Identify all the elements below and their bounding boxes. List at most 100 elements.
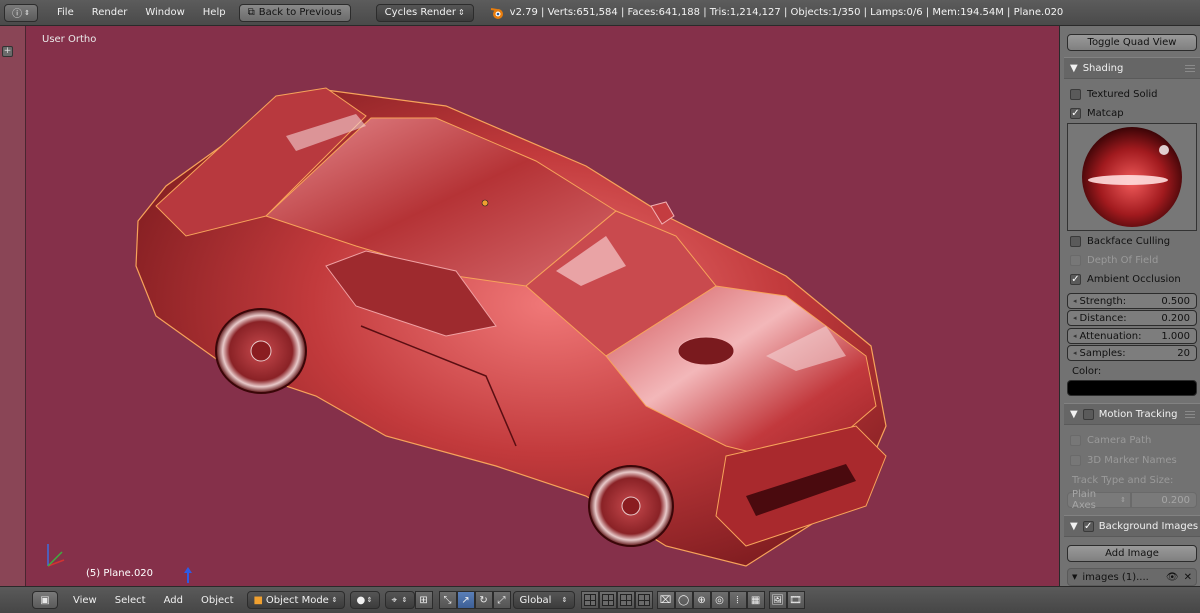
camera-path-label: Camera Path [1087,435,1152,446]
snap-element-icon[interactable]: ⦙ [728,591,747,609]
tool-shelf-strip[interactable]: + [0,26,26,586]
matcap-preview[interactable] [1067,123,1197,231]
layer-grid-icon[interactable] [616,591,635,609]
drag-grip-icon[interactable] [1185,410,1195,418]
editor-type-button[interactable]: ▣ [32,591,58,609]
checkbox-icon[interactable] [1082,408,1094,420]
background-images-panel-header[interactable]: ▼ ✓ Background Images [1064,515,1200,537]
translate-manipulator-icon[interactable]: ↗ [456,591,475,609]
object-mode-icon: ■ [253,594,263,606]
track-type-label: Track Type and Size: [1072,475,1174,486]
pivot-center-points-icon[interactable]: ⊞ [414,591,433,609]
matcap-checkbox[interactable]: ✓ Matcap [1070,108,1124,119]
menu-help[interactable]: Help [194,7,235,18]
ao-color-swatch[interactable] [1067,380,1197,396]
proportional-edit-icon[interactable]: ◯ [674,591,693,609]
drag-grip-icon[interactable] [1185,64,1195,72]
interaction-mode-select[interactable]: ■ Object Mode ⇕ [246,591,345,609]
background-image-entry[interactable]: ▼ images (1).... 👁 ✕ [1067,568,1197,586]
checkmark-icon: ✓ [1070,274,1081,285]
viewport-shading-select[interactable]: ● ⇕ [349,591,380,609]
depth-of-field-checkbox[interactable]: Depth Of Field [1070,255,1158,266]
snap-align-icon[interactable]: ▦ [746,591,765,609]
marker-names-checkbox[interactable]: 3D Marker Names [1070,455,1177,466]
render-engine-select[interactable]: Cycles Render ⇕ [375,3,474,22]
back-to-previous-button[interactable]: ⧉ Back to Previous [238,3,351,22]
transform-orientation-select[interactable]: Global ⇕ [512,591,575,609]
chevron-updown-icon: ⇕ [457,8,465,17]
shading-panel-header[interactable]: ▼ Shading [1064,57,1200,79]
info-header: ⓘ ⇕ File Render Window Help ⧉ Back to Pre… [0,0,1200,26]
textured-solid-label: Textured Solid [1087,89,1158,100]
expand-tool-shelf-icon[interactable]: + [2,46,13,57]
view-name-label: User Ortho [42,34,97,45]
ambient-occlusion-checkbox[interactable]: ✓ Ambient Occlusion [1070,274,1181,285]
expanded-triangle-icon: ▼ [1070,408,1078,420]
menu-render[interactable]: Render [83,7,137,18]
track-type-select[interactable]: Plain Axes ⇕ [1067,489,1131,511]
checkmark-icon[interactable]: ✓ [1082,520,1094,532]
motion-tracking-title: Motion Tracking [1098,408,1178,420]
track-type-value: Plain Axes [1072,489,1097,511]
menu-window[interactable]: Window [136,7,193,18]
collapse-triangle-icon[interactable]: ▼ [1072,573,1077,581]
layer-grid-icon[interactable] [598,591,617,609]
samples-label: Samples: [1079,347,1126,359]
opengl-render-animation-icon[interactable]: 🎞 [786,591,805,609]
menu-file[interactable]: File [48,7,83,18]
backface-culling-checkbox[interactable]: Backface Culling [1070,236,1170,247]
marker-names-label: 3D Marker Names [1087,455,1177,466]
checkbox-icon [1070,236,1081,247]
depth-of-field-label: Depth Of Field [1087,255,1159,266]
ao-strength-field[interactable]: ◂ Strength: 0.500 [1067,293,1197,309]
menu-object[interactable]: Object [192,595,243,606]
ao-samples-field[interactable]: ◂ Samples: 20 [1067,345,1197,361]
scale-manipulator-icon[interactable]: ⤢ [492,591,511,609]
close-icon[interactable]: ✕ [1184,572,1192,583]
textured-solid-checkbox[interactable]: Textured Solid [1070,89,1158,100]
editor-type-button[interactable]: ⓘ ⇕ [4,3,38,22]
add-image-button[interactable]: Add Image [1067,545,1197,562]
opengl-render-image-icon[interactable]: 🖼 [768,591,787,609]
motion-tracking-panel-header[interactable]: ▼ Motion Tracking [1064,403,1200,425]
checkbox-icon [1070,89,1081,100]
checkmark-icon: ✓ [1070,108,1081,119]
back-to-previous-label: Back to Previous [258,7,342,18]
menu-add[interactable]: Add [155,595,192,606]
ao-distance-field[interactable]: ◂ Distance: 0.200 [1067,310,1197,326]
snap-target-icon[interactable]: ◎ [710,591,729,609]
checkbox-icon [1070,255,1081,266]
interaction-mode-value: Object Mode [265,594,329,606]
menu-select[interactable]: Select [106,595,155,606]
pivot-point-select[interactable]: ⌖ ⇕ [384,591,415,609]
checkbox-icon [1070,435,1081,446]
toggle-quad-view-button[interactable]: Toggle Quad View [1067,34,1197,51]
properties-panel: Toggle Quad View ▼ Shading Textured Soli… [1059,26,1200,586]
menu-view[interactable]: View [64,595,106,606]
layer-grid-icon[interactable] [634,591,653,609]
lock-layers-icon[interactable]: ⌧ [656,591,675,609]
car-model [135,87,887,567]
camera-path-checkbox[interactable]: Camera Path [1070,435,1151,446]
snap-icon[interactable]: ⊕ [692,591,711,609]
left-arrow-icon: ◂ [1073,332,1077,340]
3d-viewport[interactable]: User Ortho (5) Plane.020 [26,26,1059,586]
chevron-updown-icon: ⇕ [331,596,338,604]
strength-label: Strength: [1079,295,1127,307]
manipulator-arrow-icon[interactable] [182,567,194,583]
manipulator-toggle-icon[interactable]: ⤡ [438,591,457,609]
expanded-triangle-icon: ▼ [1070,62,1078,74]
track-size-field[interactable]: 0.200 [1131,492,1197,508]
ao-attenuation-field[interactable]: ◂ Attenuation: 1.000 [1067,328,1197,344]
checkbox-icon [1070,455,1081,466]
background-images-title: Background Images [1098,520,1199,532]
transform-orientation-value: Global [519,594,552,606]
blender-logo-icon [490,7,503,19]
rotate-manipulator-icon[interactable]: ↻ [474,591,493,609]
ambient-occlusion-label: Ambient Occlusion [1087,274,1181,285]
eye-icon[interactable]: 👁 [1166,572,1179,583]
layer-grid-icon[interactable] [580,591,599,609]
chevron-updown-icon: ⇕ [366,596,373,604]
screen-back-icon: ⧉ [247,7,255,18]
track-size-value: 0.200 [1161,494,1190,506]
